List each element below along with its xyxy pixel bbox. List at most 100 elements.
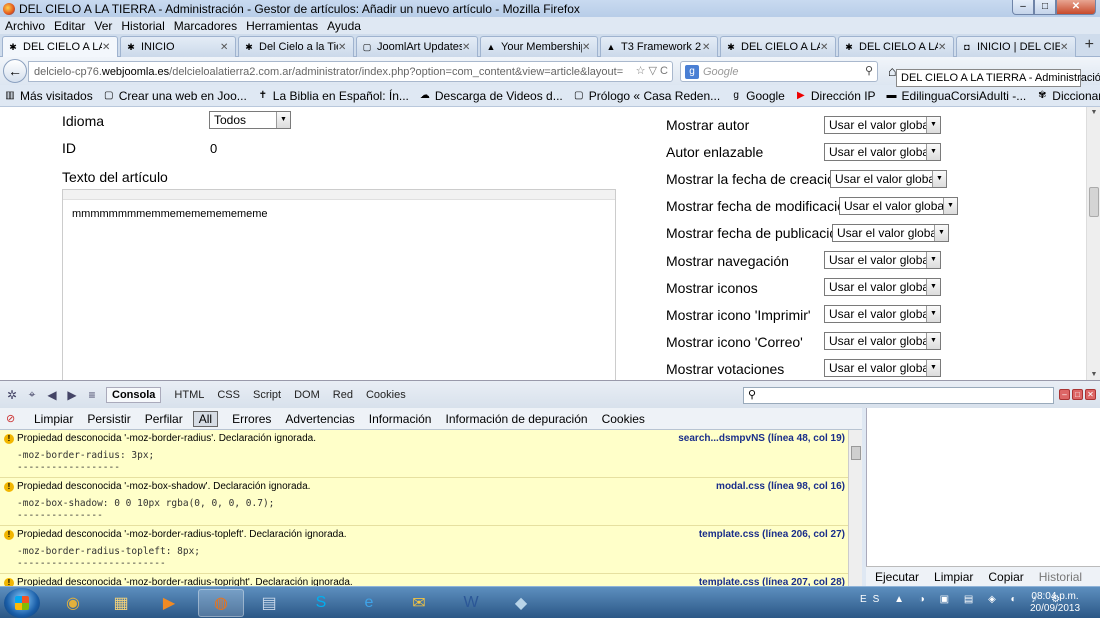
copiar-button[interactable]: Copiar: [988, 570, 1023, 584]
search-bar[interactable]: g Google ⚲: [680, 61, 878, 82]
log-source-link[interactable]: template.css (línea 207, col 28): [699, 577, 845, 586]
log-source-link[interactable]: modal.css (línea 98, col 16): [716, 481, 845, 492]
maximize-button[interactable]: □: [1034, 0, 1056, 15]
persistir-button[interactable]: Persistir: [87, 412, 130, 426]
chrome-app[interactable]: ◉: [50, 589, 96, 617]
menu-marcadores[interactable]: Marcadores: [174, 19, 237, 33]
limpiar-command-button[interactable]: Limpiar: [934, 570, 973, 584]
idioma-select[interactable]: Todos ▼: [209, 111, 291, 129]
firebug-search-input[interactable]: ⚲: [743, 387, 1054, 404]
fecha-modificacion-select[interactable]: Usar el valor global ▼: [839, 197, 958, 215]
icono-imprimir-select[interactable]: Usar el valor global ▼: [824, 305, 941, 323]
tab-html[interactable]: HTML: [174, 389, 204, 401]
tab-css[interactable]: CSS: [217, 389, 240, 401]
scrollbar-thumb[interactable]: [1089, 187, 1099, 217]
tab-4[interactable]: ▢ JoomlArt Updates... ✕: [356, 36, 478, 57]
filter-advertencias[interactable]: Advertencias: [285, 412, 354, 426]
menu-herramientas[interactable]: Herramientas: [246, 19, 318, 33]
tab-close-icon[interactable]: ✕: [338, 42, 350, 53]
tab-cookies[interactable]: Cookies: [366, 389, 406, 401]
bookmark-edilingua[interactable]: ▬ EdilinguaCorsiAdulti -...: [886, 89, 1027, 103]
inspect-icon[interactable]: ⌖: [24, 387, 40, 402]
search-engine-icon[interactable]: g: [685, 64, 699, 79]
tab-close-icon[interactable]: ✕: [582, 42, 594, 53]
menu-editar[interactable]: Editar: [54, 19, 85, 33]
calculator-app[interactable]: ▤: [246, 589, 292, 617]
scroll-down-icon[interactable]: ▼: [1087, 371, 1100, 378]
tab-close-icon[interactable]: ✕: [102, 42, 114, 53]
tab-8[interactable]: ✱ DEL CIELO A LA TI... ✕: [838, 36, 954, 57]
tab-3[interactable]: ✱ Del Cielo a la Tierr... ✕: [238, 36, 354, 57]
forward-icon[interactable]: ▶: [64, 388, 80, 402]
search-input[interactable]: Google: [703, 66, 738, 78]
bookmark-prologo[interactable]: ▢ Prólogo « Casa Reden...: [573, 89, 720, 103]
tab-close-icon[interactable]: ✕: [938, 42, 950, 53]
mostrar-votaciones-select[interactable]: Usar el valor global ▼: [824, 359, 941, 377]
tab-close-icon[interactable]: ✕: [702, 42, 714, 53]
fecha-creacion-select[interactable]: Usar el valor global ▼: [830, 170, 947, 188]
bookmark-crear-web[interactable]: ▢ Crear una web en Joo...: [103, 89, 247, 103]
console-scrollbar-thumb[interactable]: [851, 446, 861, 460]
start-button[interactable]: [4, 588, 40, 618]
ejecutar-button[interactable]: Ejecutar: [875, 570, 919, 584]
url-bar[interactable]: delcielo-cp76. webjoomla.es/delcieloalati…: [28, 61, 673, 82]
perfilar-button[interactable]: Perfilar: [145, 412, 183, 426]
tool-app[interactable]: ◆: [498, 589, 544, 617]
tab-close-icon[interactable]: ✕: [820, 42, 832, 53]
language-indicator[interactable]: ES: [860, 594, 885, 605]
tab-7[interactable]: ✱ DEL CIELO A LA TI... ✕: [720, 36, 836, 57]
search-icon[interactable]: ⚲: [865, 64, 873, 77]
log-source-link[interactable]: search...dsmpvNS (línea 48, col 19): [678, 433, 845, 444]
new-tab-button[interactable]: +: [1085, 36, 1094, 54]
back-button[interactable]: ←: [3, 59, 27, 83]
bookmark-descarga-videos[interactable]: ☁ Descarga de Videos d...: [419, 89, 563, 103]
limpiar-button[interactable]: Limpiar: [34, 412, 73, 426]
icono-correo-select[interactable]: Usar el valor global ▼: [824, 332, 941, 350]
console-tab[interactable]: Consola: [106, 386, 162, 403]
firebug-minimize-icon[interactable]: –: [1059, 389, 1070, 400]
article-editor[interactable]: mmmmmmmmemmememememememe: [62, 189, 616, 380]
mostrar-navegacion-select[interactable]: Usar el valor global ▼: [824, 251, 941, 269]
historial-button[interactable]: Historial: [1039, 570, 1082, 584]
skype-app[interactable]: S: [298, 589, 344, 617]
firebug-icon[interactable]: ✲: [4, 388, 20, 402]
autor-enlazable-select[interactable]: Usar el valor global ▼: [824, 143, 941, 161]
mostrar-iconos-select[interactable]: Usar el valor global ▼: [824, 278, 941, 296]
filter-depuracion[interactable]: Información de depuración: [445, 412, 587, 426]
tab-2[interactable]: ✱ INICIO ✕: [120, 36, 236, 57]
bookmark-diccionario[interactable]: ✾ Diccionario de la leng...: [1036, 89, 1100, 103]
tab-close-icon[interactable]: ✕: [1060, 42, 1072, 53]
bookmark-direccion-ip[interactable]: ▶ Dirección IP: [795, 89, 876, 103]
url-bar-icons[interactable]: ☆ ▽ C: [636, 64, 668, 77]
media-player-app[interactable]: ▶: [146, 589, 192, 617]
tab-6[interactable]: ▲ T3 Framework 2 f... ✕: [600, 36, 718, 57]
bookmark-google[interactable]: g Google: [730, 89, 784, 103]
tab-9[interactable]: ◘ INICIO | DEL CIEL... ✕: [956, 36, 1076, 57]
mail-app[interactable]: ✉: [396, 589, 442, 617]
firebug-close-icon[interactable]: ✕: [1085, 389, 1096, 400]
close-button[interactable]: ✕: [1056, 0, 1096, 15]
tab-5[interactable]: ▲ Your Membership... ✕: [480, 36, 598, 57]
editor-text[interactable]: mmmmmmmmemmememememememe: [63, 200, 615, 228]
clear-console-icon[interactable]: ⊘: [6, 412, 20, 426]
menu-historial[interactable]: Historial: [121, 19, 164, 33]
bookmark-biblia[interactable]: ✝ La Biblia en Español: Ín...: [257, 89, 409, 103]
filter-cookies[interactable]: Cookies: [602, 412, 645, 426]
explorer-app[interactable]: ▦: [98, 589, 144, 617]
tab-script[interactable]: Script: [253, 389, 281, 401]
tab-red[interactable]: Red: [333, 389, 353, 401]
log-source-link[interactable]: template.css (línea 206, col 27): [699, 529, 845, 540]
minimize-button[interactable]: –: [1012, 0, 1034, 15]
firebug-detach-icon[interactable]: □: [1072, 389, 1083, 400]
menu-archivo[interactable]: Archivo: [5, 19, 45, 33]
tab-1[interactable]: ✱ DEL CIELO A LA TI... ✕: [2, 36, 118, 57]
scroll-up-icon[interactable]: ▼: [1087, 109, 1100, 116]
tab-close-icon[interactable]: ✕: [220, 42, 232, 53]
clock[interactable]: 08:04 p.m. 20/09/2013: [1030, 591, 1080, 615]
back-icon[interactable]: ◀: [44, 388, 60, 402]
filter-all-button[interactable]: All: [192, 410, 219, 427]
mostrar-autor-select[interactable]: Usar el valor global ▼: [824, 116, 941, 134]
tab-dom[interactable]: DOM: [294, 389, 320, 401]
page-scrollbar[interactable]: ▼ ▼: [1086, 107, 1100, 380]
console-scrollbar[interactable]: [848, 430, 862, 586]
